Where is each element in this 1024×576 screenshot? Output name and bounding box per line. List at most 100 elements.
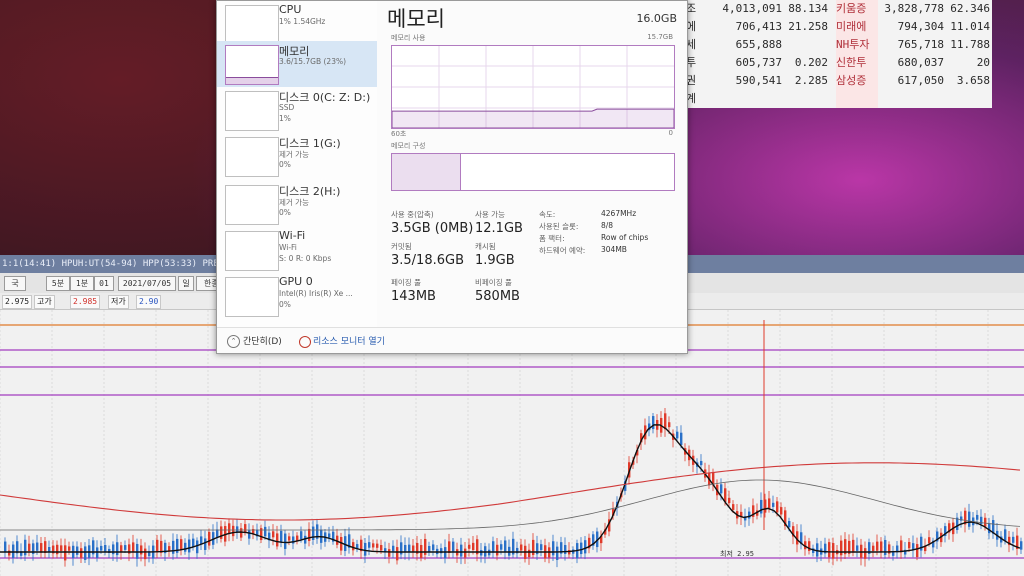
candle-body (760, 499, 763, 514)
candle-body (856, 545, 859, 551)
candle-body (284, 533, 287, 549)
stat-value: 3.5GB (0MB) (391, 221, 474, 236)
candle-body (732, 504, 735, 510)
sidebar-item-subtitle: 3.6/15.7GB (23%) (279, 57, 347, 66)
sidebar-thumbnail-graph (225, 5, 279, 45)
table-row[interactable]: 투 605,737 0.202 신한투 680,037 20 (686, 54, 992, 72)
candle-body (988, 523, 991, 534)
chevron-up-icon[interactable]: ⌃ (227, 335, 240, 348)
table-cell-label: 권 (686, 74, 697, 87)
info-value: 4267MHz (601, 209, 637, 218)
candle-body (272, 531, 275, 538)
date-selector[interactable]: 2021/07/05 (118, 276, 176, 291)
table-cell-v3: 794,304 (897, 20, 944, 33)
candle-body (208, 531, 211, 546)
candle-body (288, 536, 291, 541)
table-cell-v3 (880, 90, 944, 108)
candle-body (720, 484, 723, 494)
candle-body (64, 545, 67, 561)
table-cell-name: 키움증 (836, 0, 878, 18)
sidebar-item-value: S: 0 R: 0 Kbps (279, 254, 332, 263)
stat-value: 1.9GB (475, 253, 515, 268)
table-cell-v2 (782, 36, 828, 54)
candle-body (564, 545, 567, 554)
table-cell-v2: 2.285 (794, 74, 828, 87)
fewer-details-link[interactable]: 간단히(D) (243, 334, 282, 347)
stat-label: 사용 가능 (475, 210, 505, 219)
info-value: 304MB (601, 245, 627, 254)
candle-body (364, 542, 367, 556)
toolbar-button[interactable]: 5분 (46, 276, 70, 291)
table-cell-v3: 617,050 (897, 74, 944, 87)
candle-body (984, 517, 987, 527)
candle-body (196, 540, 199, 554)
table-cell-name: NH투자 (836, 36, 878, 54)
candle-body (228, 523, 231, 535)
sidebar-thumbnail-graph (225, 45, 279, 85)
sidebar-item[interactable]: 디스크 0(C: Z: D:) SSD 1% (217, 87, 377, 133)
table-row[interactable]: 권 590,541 2.285 삼성증 617,050 3.658 (686, 72, 992, 90)
candle-body (40, 543, 43, 553)
sidebar-thumbnail-graph (225, 185, 279, 225)
stat-value: 3.5/18.6GB (391, 253, 464, 268)
sidebar-item-subtitle: Intel(R) Iris(R) Xe ... (279, 289, 353, 298)
sidebar-item[interactable]: GPU 0 Intel(R) Iris(R) Xe ... 0% (217, 273, 377, 319)
candle-body (540, 544, 543, 551)
candle-body (372, 543, 375, 548)
table-cell-label: 조 (686, 2, 697, 15)
candle-body (76, 546, 79, 555)
toolbar-button[interactable]: 국 (4, 276, 26, 291)
candle-body (876, 541, 879, 551)
candle-body (504, 540, 507, 552)
candle-body (444, 547, 447, 559)
toolbar-button[interactable]: 일 (178, 276, 194, 291)
candle-body (852, 539, 855, 553)
candle-body (216, 529, 219, 538)
sidebar-item-subtitle: 제거 가능 (279, 150, 309, 159)
candle-body (668, 422, 671, 428)
open-resource-monitor-link[interactable]: 리소스 모니터 열기 (313, 334, 385, 347)
composition-in-use (392, 154, 461, 190)
info-value: 8/8 (601, 221, 614, 230)
table-row[interactable]: 계 (686, 90, 992, 108)
candle-body (408, 544, 411, 553)
candle-body (380, 545, 383, 551)
sidebar-thumbnail-graph (225, 277, 279, 317)
candle-body (452, 541, 455, 552)
candle-body (748, 511, 751, 519)
info-label: 폼 팩터: (539, 234, 565, 243)
candle-body (864, 548, 867, 559)
chart-moving-averages (0, 424, 1021, 553)
sidebar-item[interactable]: Wi-Fi Wi-Fi S: 0 R: 0 Kbps (217, 227, 377, 273)
candle-body (44, 541, 47, 554)
candle-body (56, 544, 59, 555)
candle-body (300, 531, 303, 540)
usage-graph-zero: 0 (668, 129, 673, 137)
stat-label: 커밋됨 (391, 242, 412, 251)
sidebar-item[interactable]: 디스크 2(H:) 제거 가능 0% (217, 181, 377, 227)
candle-body (36, 542, 39, 551)
sidebar-item-value: 1% (279, 114, 291, 123)
candle-body (132, 542, 135, 552)
toolbar-button[interactable]: 1분 (70, 276, 94, 291)
candle-body (832, 543, 835, 559)
candle-body (1004, 529, 1007, 541)
candle-body (248, 530, 251, 539)
toolbar-button[interactable]: 01 (94, 276, 114, 291)
table-row[interactable]: 에 706,413 21.258 미래에 794,304 11.014 (686, 18, 992, 36)
candle-body (388, 549, 391, 557)
sidebar-item-title: CPU (279, 3, 302, 16)
sidebar-item[interactable]: 메모리 3.6/15.7GB (23%) (217, 41, 377, 87)
table-row[interactable]: 조 4,013,091 88.134 키움증 3,828,778 62.346 (686, 0, 992, 18)
ma-mid-line (0, 479, 1021, 531)
candle-body (520, 544, 523, 551)
candle-body (204, 538, 207, 550)
candle-body (124, 545, 127, 550)
table-row[interactable]: 세 655,888 NH투자 765,718 11.788 (686, 36, 992, 54)
sidebar-thumbnail-graph (225, 91, 279, 131)
sidebar-item[interactable]: 디스크 1(G:) 제거 가능 0% (217, 133, 377, 179)
candle-body (928, 537, 931, 544)
candle-body (916, 544, 919, 558)
candle-body (568, 550, 571, 555)
candle-body (788, 520, 791, 528)
